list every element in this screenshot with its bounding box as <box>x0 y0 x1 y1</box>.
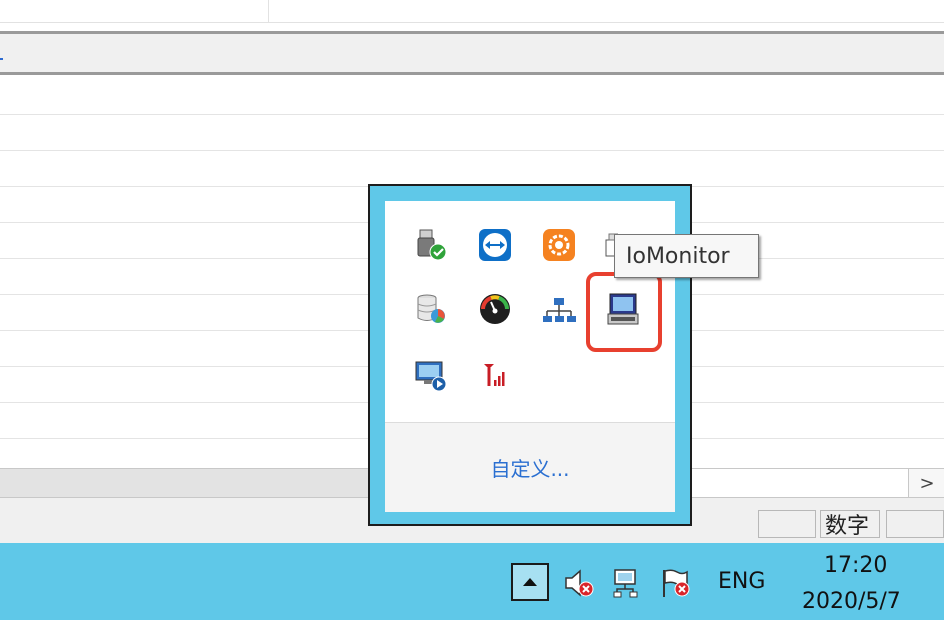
iomonitor-highlight-box <box>586 272 662 352</box>
iomonitor-tooltip: IoMonitor <box>614 234 759 278</box>
usb-safely-remove-icon[interactable] <box>414 228 448 262</box>
top-header-row <box>0 0 944 23</box>
action-center-flag-icon[interactable] <box>659 567 693 599</box>
network-topology-icon[interactable] <box>542 294 576 328</box>
clock-date[interactable]: 2020/5/7 <box>802 589 901 614</box>
clock-time[interactable]: 17:20 <box>824 553 887 578</box>
database-chart-icon[interactable] <box>414 292 448 326</box>
gauge-speedometer-icon[interactable] <box>478 292 512 326</box>
popup-footer: 自定义... <box>385 422 675 512</box>
teamviewer-icon[interactable] <box>478 228 512 262</box>
input-language-indicator[interactable]: ENG <box>718 569 765 594</box>
orange-gear-app-icon[interactable] <box>542 228 576 262</box>
network-icon[interactable] <box>611 567 645 599</box>
header-mark <box>0 58 3 60</box>
signal-antenna-icon[interactable] <box>478 358 512 392</box>
status-cell-numlock: 数字 <box>820 510 880 539</box>
show-hidden-icons-button[interactable] <box>511 563 549 601</box>
list-header-band <box>0 31 944 75</box>
chevron-up-icon <box>523 578 537 586</box>
status-cell-empty <box>886 510 944 538</box>
status-cell-empty <box>758 510 816 538</box>
taskbar: ENG 17:20 2020/5/7 <box>0 543 944 620</box>
remote-desktop-play-icon[interactable] <box>414 358 448 392</box>
volume-muted-icon[interactable] <box>563 567 597 599</box>
column-separator <box>268 0 269 22</box>
grid-row-line <box>0 150 944 151</box>
scroll-right-button[interactable]: > <box>908 469 944 497</box>
customize-link[interactable]: 自定义... <box>490 453 569 482</box>
scroll-track[interactable] <box>690 469 909 497</box>
grid-row-line <box>0 114 944 115</box>
